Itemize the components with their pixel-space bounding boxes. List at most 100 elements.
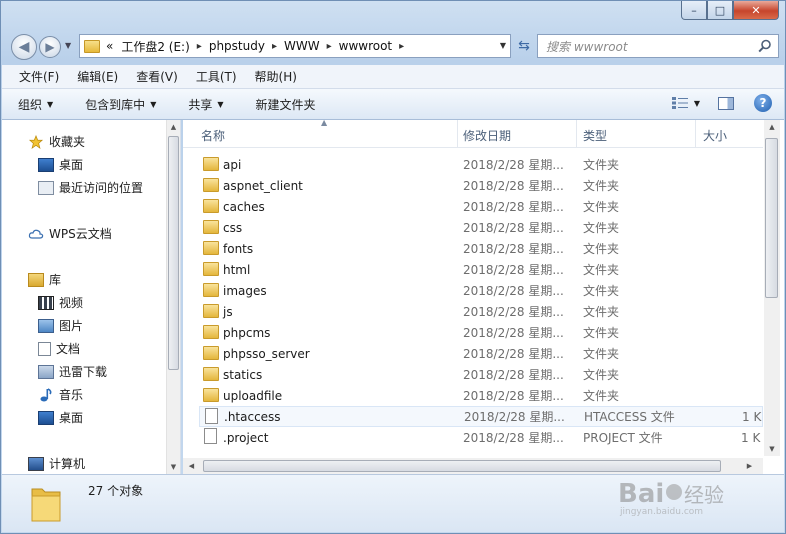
nav-favorites[interactable]: 收藏夹 bbox=[28, 133, 85, 150]
folder-icon bbox=[203, 220, 219, 234]
horizontal-scrollbar[interactable]: ◀ ▶ bbox=[183, 458, 763, 474]
file-type: 文件夹 bbox=[583, 242, 620, 256]
nav-desktop[interactable]: 桌面 bbox=[38, 156, 83, 173]
menu-help[interactable]: 帮助(H) bbox=[246, 68, 306, 85]
scroll-right-icon[interactable]: ▶ bbox=[743, 459, 756, 473]
nav-recent[interactable]: 最近访问的位置 bbox=[38, 179, 143, 196]
nav-desktop-2[interactable]: 桌面 bbox=[38, 409, 83, 426]
column-size[interactable]: 大小 bbox=[703, 127, 727, 144]
new-folder-button[interactable]: 新建文件夹 bbox=[256, 96, 316, 113]
nav-thunder-downloads[interactable]: 迅雷下载 bbox=[38, 363, 107, 380]
nav-pictures[interactable]: 图片 bbox=[38, 317, 83, 334]
forward-button[interactable]: ▶ bbox=[39, 36, 61, 58]
file-row[interactable]: js 2018/2/28 星期... 文件夹 bbox=[199, 301, 763, 322]
breadcrumb-wwwroot[interactable]: wwwroot bbox=[339, 39, 393, 53]
file-row[interactable]: caches 2018/2/28 星期... 文件夹 bbox=[199, 196, 763, 217]
file-date: 2018/2/28 星期... bbox=[463, 263, 564, 277]
share-button[interactable]: 共享 ▼ bbox=[188, 96, 223, 113]
back-button[interactable]: ◀ bbox=[11, 34, 37, 60]
nav-scroll-thumb[interactable] bbox=[168, 136, 179, 370]
search-input[interactable]: 搜索 wwwroot bbox=[537, 34, 779, 58]
view-controls: ▼ ? bbox=[671, 94, 772, 112]
preview-pane-icon[interactable] bbox=[718, 96, 734, 110]
nav-music[interactable]: 音乐 bbox=[38, 386, 83, 403]
nav-scrollbar[interactable]: ▲ ▼ bbox=[166, 120, 180, 474]
file-row[interactable]: phpsso_server 2018/2/28 星期... 文件夹 bbox=[199, 343, 763, 364]
close-button[interactable]: ✕ bbox=[733, 1, 779, 20]
file-row[interactable]: statics 2018/2/28 星期... 文件夹 bbox=[199, 364, 763, 385]
column-divider[interactable] bbox=[457, 120, 458, 148]
file-list-scroll-thumb[interactable] bbox=[765, 138, 778, 298]
svg-text:经验: 经验 bbox=[684, 483, 724, 507]
file-type: 文件夹 bbox=[583, 347, 620, 361]
view-dropdown-icon[interactable]: ▼ bbox=[694, 99, 700, 108]
file-name: fonts bbox=[223, 241, 254, 256]
search-icon[interactable] bbox=[758, 39, 772, 53]
file-row[interactable]: fonts 2018/2/28 星期... 文件夹 bbox=[199, 238, 763, 259]
file-list-scrollbar[interactable]: ▲ ▼ bbox=[764, 120, 780, 456]
file-row[interactable]: aspnet_client 2018/2/28 星期... 文件夹 bbox=[199, 175, 763, 196]
nav-library[interactable]: 库 bbox=[28, 271, 61, 288]
maximize-button[interactable]: □ bbox=[707, 1, 733, 20]
desktop-icon bbox=[38, 410, 54, 425]
file-name: caches bbox=[223, 199, 265, 214]
chevron-right-icon[interactable]: ▸ bbox=[399, 41, 404, 52]
organize-button[interactable]: 组织 ▼ bbox=[18, 96, 53, 113]
refresh-button[interactable]: ⇆ bbox=[514, 34, 534, 58]
column-divider[interactable] bbox=[695, 120, 696, 148]
include-library-button[interactable]: 包含到库中 ▼ bbox=[85, 96, 156, 113]
file-row[interactable]: uploadfile 2018/2/28 星期... 文件夹 bbox=[199, 385, 763, 406]
file-type: PROJECT 文件 bbox=[583, 431, 663, 445]
chevron-down-icon: ▼ bbox=[47, 99, 54, 109]
breadcrumb-phpstudy[interactable]: phpstudy bbox=[209, 39, 265, 53]
file-date: 2018/2/28 星期... bbox=[463, 284, 564, 298]
scroll-up-icon[interactable]: ▲ bbox=[764, 120, 780, 134]
help-icon[interactable]: ? bbox=[754, 94, 772, 112]
recent-pages-dropdown[interactable]: ▼ bbox=[65, 41, 71, 50]
file-row[interactable]: phpcms 2018/2/28 星期... 文件夹 bbox=[199, 322, 763, 343]
chevron-right-icon[interactable]: ▸ bbox=[197, 41, 202, 52]
file-name: phpcms bbox=[223, 325, 271, 340]
caption-buttons: – □ ✕ bbox=[681, 1, 779, 21]
minimize-button[interactable]: – bbox=[681, 1, 707, 20]
nav-music-label: 音乐 bbox=[59, 388, 84, 402]
nav-documents[interactable]: 文档 bbox=[38, 340, 80, 357]
file-row[interactable]: images 2018/2/28 星期... 文件夹 bbox=[199, 280, 763, 301]
folder-icon bbox=[203, 157, 219, 171]
file-row[interactable]: html 2018/2/28 星期... 文件夹 bbox=[199, 259, 763, 280]
scroll-down-icon[interactable]: ▼ bbox=[764, 442, 780, 456]
file-row[interactable]: .project 2018/2/28 星期... PROJECT 文件 1 K bbox=[199, 427, 763, 448]
menu-view[interactable]: 查看(V) bbox=[127, 68, 187, 85]
nav-video[interactable]: 视频 bbox=[38, 294, 83, 311]
file-row[interactable]: api 2018/2/28 星期... 文件夹 bbox=[199, 154, 763, 175]
address-bar[interactable]: « 工作盘2 (E:) ▸ phpstudy ▸ WWW ▸ wwwroot ▸… bbox=[79, 34, 511, 58]
address-dropdown[interactable]: ▼ bbox=[500, 41, 506, 50]
menu-file[interactable]: 文件(F) bbox=[10, 68, 68, 85]
view-options-icon[interactable] bbox=[671, 97, 688, 109]
chevron-right-icon[interactable]: ▸ bbox=[327, 41, 332, 52]
scroll-down-icon[interactable]: ▼ bbox=[167, 460, 180, 474]
file-row[interactable]: .htaccess 2018/2/28 星期... HTACCESS 文件 1 K bbox=[199, 406, 763, 427]
download-folder-icon bbox=[38, 364, 54, 379]
column-divider[interactable] bbox=[576, 120, 577, 148]
scroll-left-icon[interactable]: ◀ bbox=[185, 459, 198, 473]
breadcrumb-overflow[interactable]: « bbox=[106, 39, 113, 53]
column-date[interactable]: 修改日期 bbox=[463, 127, 511, 144]
menu-edit[interactable]: 编辑(E) bbox=[68, 68, 127, 85]
breadcrumb-www[interactable]: WWW bbox=[284, 39, 320, 53]
cloud-icon bbox=[28, 229, 44, 239]
column-name[interactable]: 名称 bbox=[201, 127, 225, 144]
folder-icon bbox=[203, 304, 219, 318]
menu-tools[interactable]: 工具(T) bbox=[187, 68, 246, 85]
nav-computer[interactable]: 计算机 bbox=[28, 455, 85, 472]
nav-wps-cloud[interactable]: WPS云文档 bbox=[28, 225, 112, 242]
file-icon bbox=[205, 408, 218, 424]
breadcrumb-drive[interactable]: 工作盘2 (E:) bbox=[121, 38, 189, 55]
horizontal-scroll-thumb[interactable] bbox=[203, 460, 721, 472]
file-name: .htaccess bbox=[224, 409, 281, 424]
scroll-up-icon[interactable]: ▲ bbox=[167, 120, 180, 134]
search-placeholder: 搜索 wwwroot bbox=[546, 39, 628, 54]
column-type[interactable]: 类型 bbox=[583, 127, 607, 144]
file-row[interactable]: css 2018/2/28 星期... 文件夹 bbox=[199, 217, 763, 238]
chevron-right-icon[interactable]: ▸ bbox=[272, 41, 277, 52]
